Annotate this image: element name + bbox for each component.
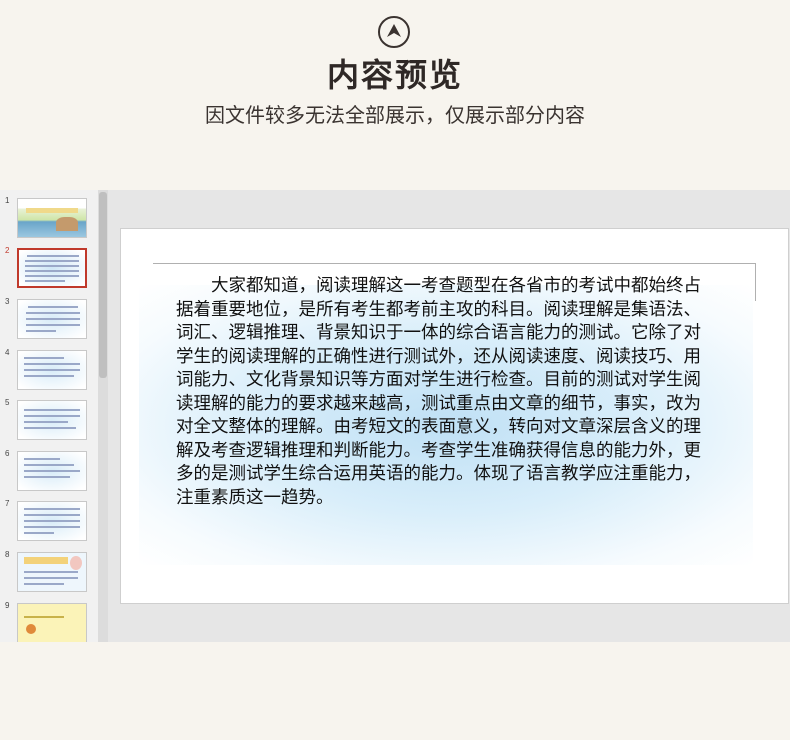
thumbnail-image[interactable] xyxy=(17,501,87,541)
thumbnail-item[interactable]: 8 xyxy=(0,550,98,596)
page-subtitle: 因文件较多无法全部展示，仅展示部分内容 xyxy=(205,103,585,127)
thumbnail-number: 1 xyxy=(5,196,10,205)
thumbnail-number: 3 xyxy=(5,297,10,306)
thumbnail-image[interactable] xyxy=(17,299,87,339)
thumbnail-item[interactable]: 3 xyxy=(0,297,98,343)
thumbnail-image[interactable] xyxy=(17,198,87,238)
thumbnail-number: 4 xyxy=(5,348,10,357)
page-title: 内容预览 xyxy=(326,56,463,94)
page-footer-space xyxy=(0,642,790,740)
slide-paragraph: 大家都知道，阅读理解这一考查题型在各省市的考试中都始终占据着重要地位，是所有考生… xyxy=(176,276,701,508)
thumbnail-number: 8 xyxy=(5,550,10,559)
thumbnail-item[interactable]: 6 xyxy=(0,449,98,495)
thumbnail-image[interactable] xyxy=(17,400,87,440)
thumbnail-number: 6 xyxy=(5,449,10,458)
scrollbar-thumb[interactable] xyxy=(99,192,107,378)
thumbnail-panel[interactable]: 1 2 3 4 5 6 7 8 9 xyxy=(0,190,98,642)
arrow-up-circle-icon xyxy=(378,16,410,48)
document-viewer: 1 2 3 4 5 6 7 8 9 大家都知道，阅读理解这一考查题型在各省市的考… xyxy=(0,190,790,642)
thumbnail-number: 9 xyxy=(5,601,10,610)
thumbnail-item[interactable]: 7 xyxy=(0,499,98,545)
thumbnail-item[interactable]: 5 xyxy=(0,398,98,444)
thumbnail-image[interactable] xyxy=(17,350,87,390)
slide-body-text: 大家都知道，阅读理解这一考查题型在各省市的考试中都始终占据着重要地位，是所有考生… xyxy=(176,275,716,510)
thumbnail-number: 7 xyxy=(5,499,10,508)
thumbnail-scrollbar[interactable] xyxy=(98,190,108,642)
thumbnail-image[interactable] xyxy=(17,451,87,491)
thumbnail-number: 2 xyxy=(5,246,10,255)
thumbnail-image[interactable] xyxy=(17,248,87,288)
preview-header: 内容预览 因文件较多无法全部展示，仅展示部分内容 xyxy=(0,0,790,190)
thumbnail-image[interactable] xyxy=(17,552,87,592)
thumbnail-image[interactable] xyxy=(17,603,87,642)
thumbnail-item[interactable]: 1 xyxy=(0,196,98,242)
slide-preview: 大家都知道，阅读理解这一考查题型在各省市的考试中都始终占据着重要地位，是所有考生… xyxy=(120,228,789,604)
thumbnail-item[interactable]: 4 xyxy=(0,348,98,394)
thumbnail-number: 5 xyxy=(5,398,10,407)
thumbnail-item[interactable]: 2 xyxy=(0,246,98,292)
thumbnail-item[interactable]: 9 xyxy=(0,601,98,642)
